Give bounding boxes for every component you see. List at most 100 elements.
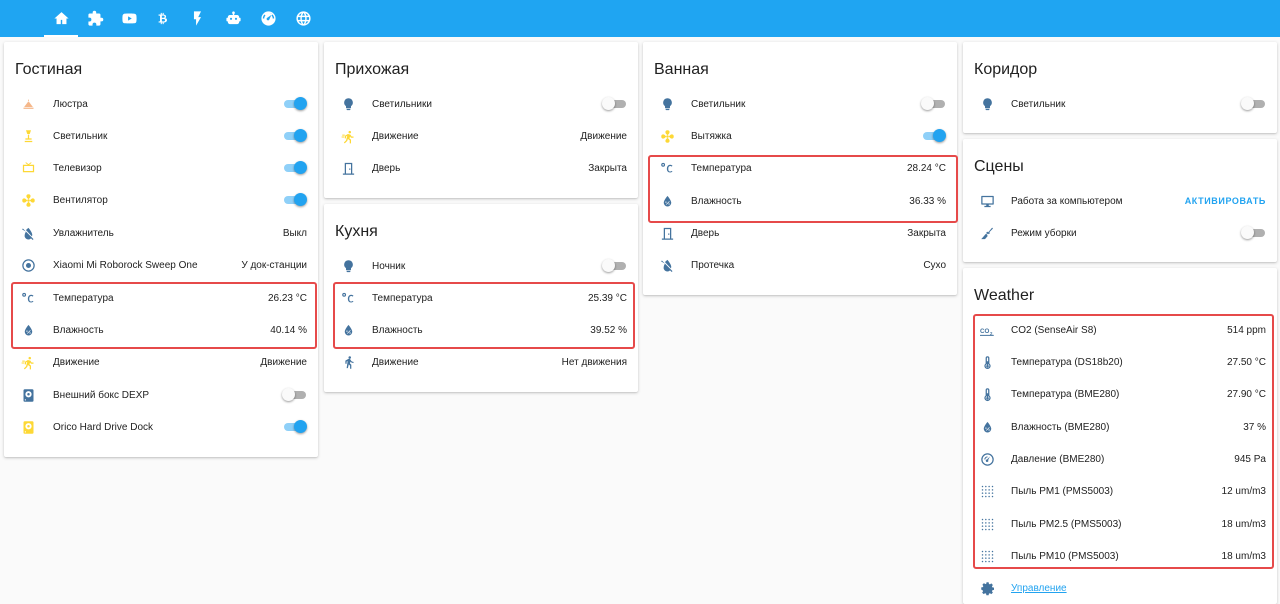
harddisk-icon	[20, 387, 36, 403]
water-percent-icon	[20, 322, 36, 338]
tab-media[interactable]	[112, 0, 146, 37]
toggle-switch[interactable]	[1241, 97, 1266, 110]
thermometer-icon	[979, 386, 995, 402]
row-orico-dock[interactable]: Orico Hard Drive Dock	[4, 411, 318, 443]
toggle-switch[interactable]	[602, 97, 627, 110]
row-tv[interactable]: Телевизор	[4, 152, 318, 184]
row-pm1[interactable]: Пыль PM1 (PMS5003) 12 um/m3	[963, 475, 1277, 507]
row-value: 18 um/m3	[1221, 550, 1266, 562]
monitor-icon	[979, 193, 995, 209]
toggle-switch[interactable]	[282, 193, 307, 206]
tab-robot[interactable]	[216, 0, 250, 37]
row-motion[interactable]: Движение Движение	[4, 346, 318, 378]
row-humidity[interactable]: Влажность 39.52 %	[324, 314, 638, 346]
row-label: Пыль PM2.5 (PMS5003)	[1011, 518, 1122, 530]
row-pm25[interactable]: Пыль PM2.5 (PMS5003) 18 um/m3	[963, 508, 1277, 540]
row-value: 28.24 °C	[906, 162, 946, 174]
gauge-icon	[979, 451, 995, 467]
harddisk-icon	[20, 419, 36, 435]
row-humidity[interactable]: Влажность 40.14 %	[4, 314, 318, 346]
row-motion[interactable]: Движение Движение	[324, 120, 638, 152]
tab-home[interactable]	[44, 0, 78, 37]
broom-icon	[979, 225, 995, 241]
activate-button[interactable]: АКТИВИРОВАТЬ	[1185, 196, 1266, 206]
row-value: 27.50 °C	[1226, 356, 1266, 368]
row-humidity[interactable]: Влажность 36.33 %	[643, 185, 957, 217]
toggle-switch[interactable]	[921, 97, 946, 110]
toggle-switch[interactable]	[602, 259, 627, 272]
row-scene-computer[interactable]: Работа за компьютером АКТИВИРОВАТЬ	[963, 185, 1277, 217]
tab-monitoring[interactable]	[251, 0, 285, 37]
puzzle-icon	[87, 10, 103, 26]
row-value: 36.33 %	[909, 195, 946, 207]
row-label: Ночник	[372, 260, 406, 272]
row-value: Закрыта	[907, 227, 946, 239]
row-value: 945 Pa	[1234, 453, 1266, 465]
dots-grid-icon	[979, 548, 995, 564]
row-label: Светильник	[53, 130, 108, 142]
flash-icon	[193, 11, 201, 26]
row-label: Orico Hard Drive Dock	[53, 421, 154, 433]
row-pm10[interactable]: Пыль PM10 (PMS5003) 18 um/m3	[963, 540, 1277, 572]
row-label: Температура	[691, 162, 752, 174]
row-door[interactable]: Дверь Закрыта	[643, 217, 957, 249]
row-manage-link[interactable]: Управление	[963, 572, 1277, 604]
water-percent-icon	[979, 419, 995, 435]
tab-addons[interactable]	[78, 0, 112, 37]
card-scenes: Сцены Работа за компьютером АКТИВИРОВАТЬ…	[963, 139, 1277, 262]
row-light[interactable]: Светильник	[643, 88, 957, 120]
bulb-icon	[340, 96, 356, 112]
row-dexp-box[interactable]: Внешний бокс DEXP	[4, 379, 318, 411]
row-cleaning-mode[interactable]: Режим уборки	[963, 217, 1277, 249]
row-humidifier[interactable]: Увлажнитель Выкл	[4, 217, 318, 249]
toggle-switch[interactable]	[282, 129, 307, 142]
tab-energy[interactable]	[180, 0, 214, 37]
row-value: Выкл	[282, 227, 307, 239]
card-kitchen: Кухня Ночник Температура 25.39 °C Влажно…	[324, 204, 638, 392]
row-temp-bme280[interactable]: Температура (BME280) 27.90 °C	[963, 378, 1277, 410]
row-lights[interactable]: Светильники	[324, 88, 638, 120]
manage-link[interactable]: Управление	[1011, 583, 1067, 594]
temperature-celsius-icon	[20, 290, 36, 306]
row-label: Работа за компьютером	[1011, 195, 1123, 207]
card-bathroom: Ванная Светильник Вытяжка Температура 28…	[643, 42, 957, 295]
row-door[interactable]: Дверь Закрыта	[324, 152, 638, 184]
bitcoin-icon	[158, 12, 167, 25]
row-label: Температура (DS18b20)	[1011, 356, 1123, 368]
row-temperature[interactable]: Температура 28.24 °C	[643, 152, 957, 184]
row-label: Дверь	[372, 162, 401, 174]
row-co2[interactable]: CO2 (SenseAir S8) 514 ppm	[963, 314, 1277, 346]
row-leak[interactable]: Протечка Сухо	[643, 249, 957, 281]
row-temp-ds18b20[interactable]: Температура (DS18b20) 27.50 °C	[963, 346, 1277, 378]
row-temperature[interactable]: Температура 26.23 °C	[4, 282, 318, 314]
row-exhaust[interactable]: Вытяжка	[643, 120, 957, 152]
bulb-icon	[979, 96, 995, 112]
row-pressure-bme280[interactable]: Давление (BME280) 945 Pa	[963, 443, 1277, 475]
row-label: Протечка	[691, 259, 735, 271]
row-value: 37 %	[1243, 421, 1266, 433]
tab-crypto[interactable]	[146, 0, 180, 37]
robot-icon	[225, 11, 241, 25]
row-motion[interactable]: Движение Нет движения	[324, 346, 638, 378]
row-chandelier[interactable]: Люстра	[4, 88, 318, 120]
row-nightlight[interactable]: Ночник	[324, 250, 638, 282]
row-value: 40.14 %	[270, 324, 307, 336]
row-lamp[interactable]: Светильник	[4, 120, 318, 152]
row-light[interactable]: Светильник	[963, 88, 1277, 120]
toggle-switch[interactable]	[1241, 226, 1266, 239]
row-fan[interactable]: Вентилятор	[4, 184, 318, 216]
row-humidity-bme280[interactable]: Влажность (BME280) 37 %	[963, 411, 1277, 443]
row-label: Пыль PM10 (PMS5003)	[1011, 550, 1119, 562]
tab-network[interactable]	[286, 0, 320, 37]
row-value: Закрыта	[588, 162, 627, 174]
toggle-switch[interactable]	[282, 388, 307, 401]
home-icon	[53, 12, 69, 25]
toggle-switch[interactable]	[282, 161, 307, 174]
row-vacuum[interactable]: Xiaomi Mi Roborock Sweep One У док-станц…	[4, 249, 318, 281]
row-temperature[interactable]: Температура 25.39 °C	[324, 282, 638, 314]
toggle-switch[interactable]	[921, 129, 946, 142]
globe-icon	[295, 11, 311, 26]
toggle-switch[interactable]	[282, 97, 307, 110]
toggle-switch[interactable]	[282, 420, 307, 433]
water-percent-icon	[659, 193, 675, 209]
